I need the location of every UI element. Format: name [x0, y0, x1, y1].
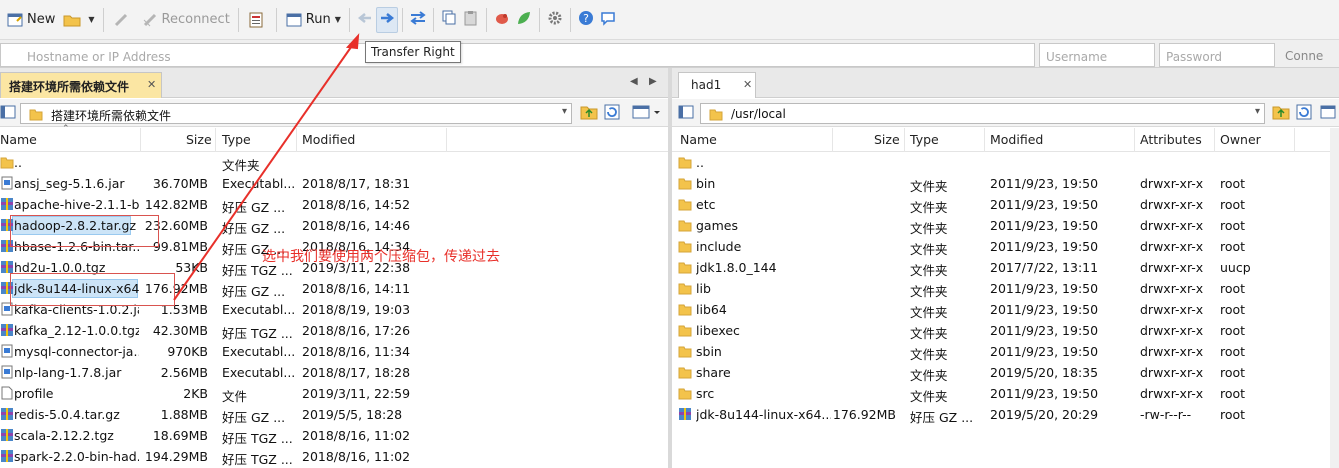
annotation-arrow	[173, 33, 360, 301]
